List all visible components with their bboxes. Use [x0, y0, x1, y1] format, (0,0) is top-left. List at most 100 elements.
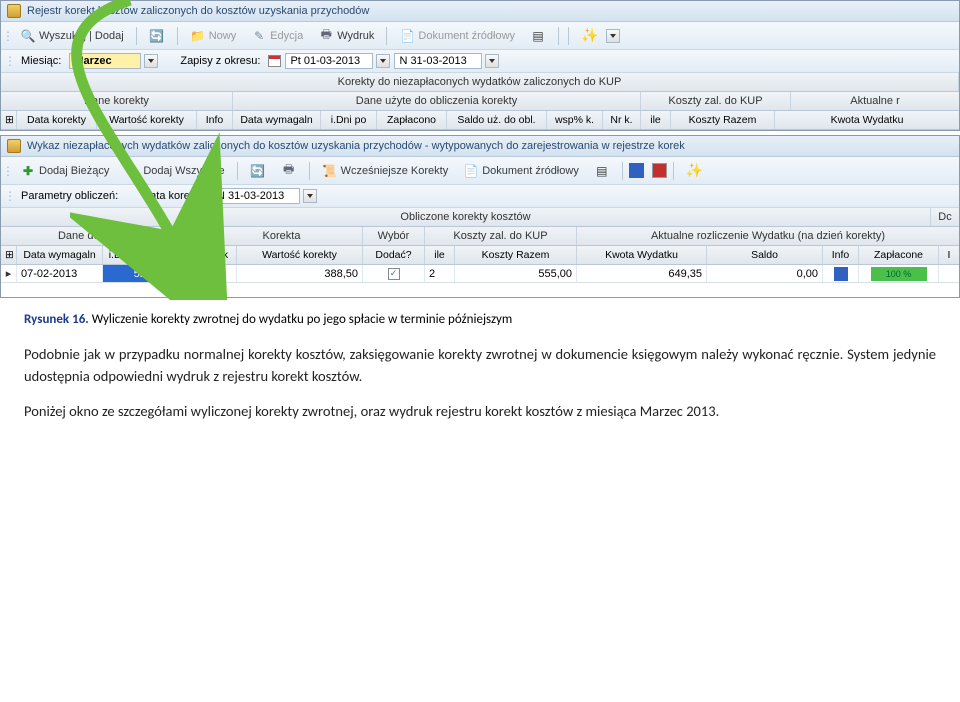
row-marker-icon: ▸	[5, 267, 12, 281]
source-doc-button[interactable]: 📄 Dokument źródłowy	[457, 160, 585, 182]
refresh-icon: 🔄	[250, 163, 266, 179]
group-header[interactable]: Korekta	[201, 227, 363, 245]
col-header[interactable]: Data wymagaln	[17, 246, 103, 264]
date-value: N 31-03-2013	[217, 190, 284, 202]
date-dropdown[interactable]	[303, 189, 317, 203]
group-header[interactable]: Koszty zal. do KUP	[641, 92, 791, 110]
toggle-button[interactable]: ▤	[588, 160, 616, 182]
date-to-input[interactable]: N 31-03-2013	[394, 53, 482, 69]
col-header[interactable]: ile	[425, 246, 455, 264]
date-from-input[interactable]: Pt 01-03-2013	[285, 53, 373, 69]
row-marker-cell[interactable]: ▸	[1, 265, 17, 282]
group-header[interactable]: Dane do obliczeń	[1, 227, 201, 245]
col-header[interactable]: Zapłacone	[859, 246, 939, 264]
toolbar-grip[interactable]	[7, 189, 13, 203]
month-select[interactable]: Marzec	[69, 53, 141, 69]
toolbar-grip[interactable]	[5, 164, 11, 178]
month-dropdown[interactable]	[144, 54, 158, 68]
range-label: Zapisy z okresu:	[176, 55, 264, 67]
col-header[interactable]: I	[939, 246, 959, 264]
col-header[interactable]: Zapłacono	[377, 111, 447, 129]
wand-button[interactable]: ✨	[575, 24, 604, 47]
col-header[interactable]: Info	[823, 246, 859, 264]
cell-kwota[interactable]: 649,35	[577, 265, 707, 282]
group-header[interactable]: Aktualne r	[791, 92, 959, 110]
cell-koszty[interactable]: 555,00	[455, 265, 577, 282]
cell-info[interactable]	[823, 265, 859, 282]
print-button[interactable]: 🖶	[275, 160, 303, 182]
cell-wsp[interactable]: 70	[151, 265, 201, 282]
magnify-icon: 🔍	[20, 28, 36, 44]
col-header[interactable]: i.Dni po	[103, 246, 151, 264]
col-header[interactable]: Kwota Wydatku	[577, 246, 707, 264]
cell-empty[interactable]	[939, 265, 959, 282]
col-header[interactable]: Info	[197, 111, 233, 129]
col-header[interactable]: Kwota Wydatku	[775, 111, 959, 129]
col-header[interactable]: Nr k	[201, 246, 237, 264]
wand-dropdown[interactable]	[606, 29, 620, 43]
prev-corrections-label: Wcześniejsze Korekty	[341, 165, 449, 177]
toggle-button[interactable]: ▤	[524, 25, 552, 47]
cell-date[interactable]: 07-02-2013	[17, 265, 103, 282]
search-add-button[interactable]: 🔍 Wyszukaj | Dodaj	[14, 25, 130, 47]
chevron-down-icon	[489, 59, 495, 63]
col-header[interactable]: Saldo	[707, 246, 823, 264]
toggle-icon: ▤	[530, 28, 546, 44]
group-header[interactable]: Wybór	[363, 227, 425, 245]
history-icon: 📜	[322, 163, 338, 179]
col-header[interactable]: wsp% k.	[547, 111, 603, 129]
calendar-icon[interactable]	[268, 55, 281, 67]
chevron-down-icon	[610, 34, 616, 38]
col-header[interactable]: Data korekty	[17, 111, 97, 129]
group-header[interactable]: Koszty zal. do KUP	[425, 227, 577, 245]
row-selector-header[interactable]: ⊞	[1, 111, 17, 129]
col-header[interactable]: Koszty Razem	[455, 246, 577, 264]
group-header[interactable]: Dane korekty	[1, 92, 233, 110]
col-header[interactable]: wsp% k.	[151, 246, 201, 264]
print-button[interactable]: 🖶 Wydruk	[312, 25, 380, 47]
cell-progress[interactable]: 100 %	[859, 265, 939, 282]
cell-nr[interactable]: 2	[201, 265, 237, 282]
add-current-button[interactable]: ✚ Dodaj Bieżący	[14, 160, 115, 182]
body-paragraph-1: Podobnie jak w przypadku normalnej korek…	[0, 327, 960, 400]
group-header[interactable]: Aktualne rozliczenie Wydatku (na dzień k…	[577, 227, 959, 245]
toolbar-grip[interactable]	[7, 54, 13, 68]
cell-ile[interactable]: 2	[425, 265, 455, 282]
col-header[interactable]: Dodać?	[363, 246, 425, 264]
add-all-label: Dodaj Wszystkie	[143, 165, 224, 177]
group-header[interactable]: Dane użyte do obliczenia korekty	[233, 92, 641, 110]
date-input[interactable]: N 31-03-2013	[212, 188, 300, 204]
cell-add-checkbox[interactable]: ✓	[363, 265, 425, 282]
cell-days[interactable]: 52	[103, 265, 151, 282]
month-value: Marzec	[74, 55, 111, 67]
cell-saldo[interactable]: 0,00	[707, 265, 823, 282]
date-to-dropdown[interactable]	[485, 54, 499, 68]
col-header[interactable]: Koszty Razem	[671, 111, 775, 129]
color-red-button[interactable]	[652, 163, 667, 178]
col-header[interactable]: Wartość korekty	[237, 246, 363, 264]
col-header[interactable]: i.Dni po	[321, 111, 377, 129]
color-blue-button[interactable]	[629, 163, 644, 178]
add-all-button[interactable]: ✓ Dodaj Wszystkie	[118, 160, 230, 182]
col-header[interactable]: Data wymagaln	[233, 111, 321, 129]
prev-corrections-button[interactable]: 📜 Wcześniejsze Korekty	[316, 160, 455, 182]
edit-button[interactable]: ✎ Edycja	[245, 25, 309, 47]
date-from-dropdown[interactable]	[376, 54, 390, 68]
source-doc-button[interactable]: 📄 Dokument źródłowy	[393, 25, 521, 47]
data-row[interactable]: ▸ 07-02-2013 52 70 2 388,50 ✓ 2 555,00 6…	[1, 265, 959, 283]
refresh-button[interactable]: 🔄	[244, 160, 272, 182]
date-label: Data korekty	[138, 190, 208, 202]
col-header[interactable]: Wartość korekty	[97, 111, 197, 129]
refresh-button[interactable]: 🔄	[143, 25, 171, 47]
toolbar-grip[interactable]	[5, 29, 11, 43]
toolbar-sep	[558, 27, 559, 45]
col-header[interactable]: Nr k.	[603, 111, 641, 129]
wand-button[interactable]: ✨	[680, 159, 709, 182]
col-header[interactable]: Saldo uż. do obl.	[447, 111, 547, 129]
row-selector-header[interactable]: ⊞	[1, 246, 17, 264]
col-header[interactable]: ile	[641, 111, 671, 129]
progress-bar: 100 %	[871, 267, 927, 281]
new-button[interactable]: 📁 Nowy	[184, 25, 243, 47]
cell-value[interactable]: 388,50	[237, 265, 363, 282]
refresh-icon: 🔄	[149, 28, 165, 44]
